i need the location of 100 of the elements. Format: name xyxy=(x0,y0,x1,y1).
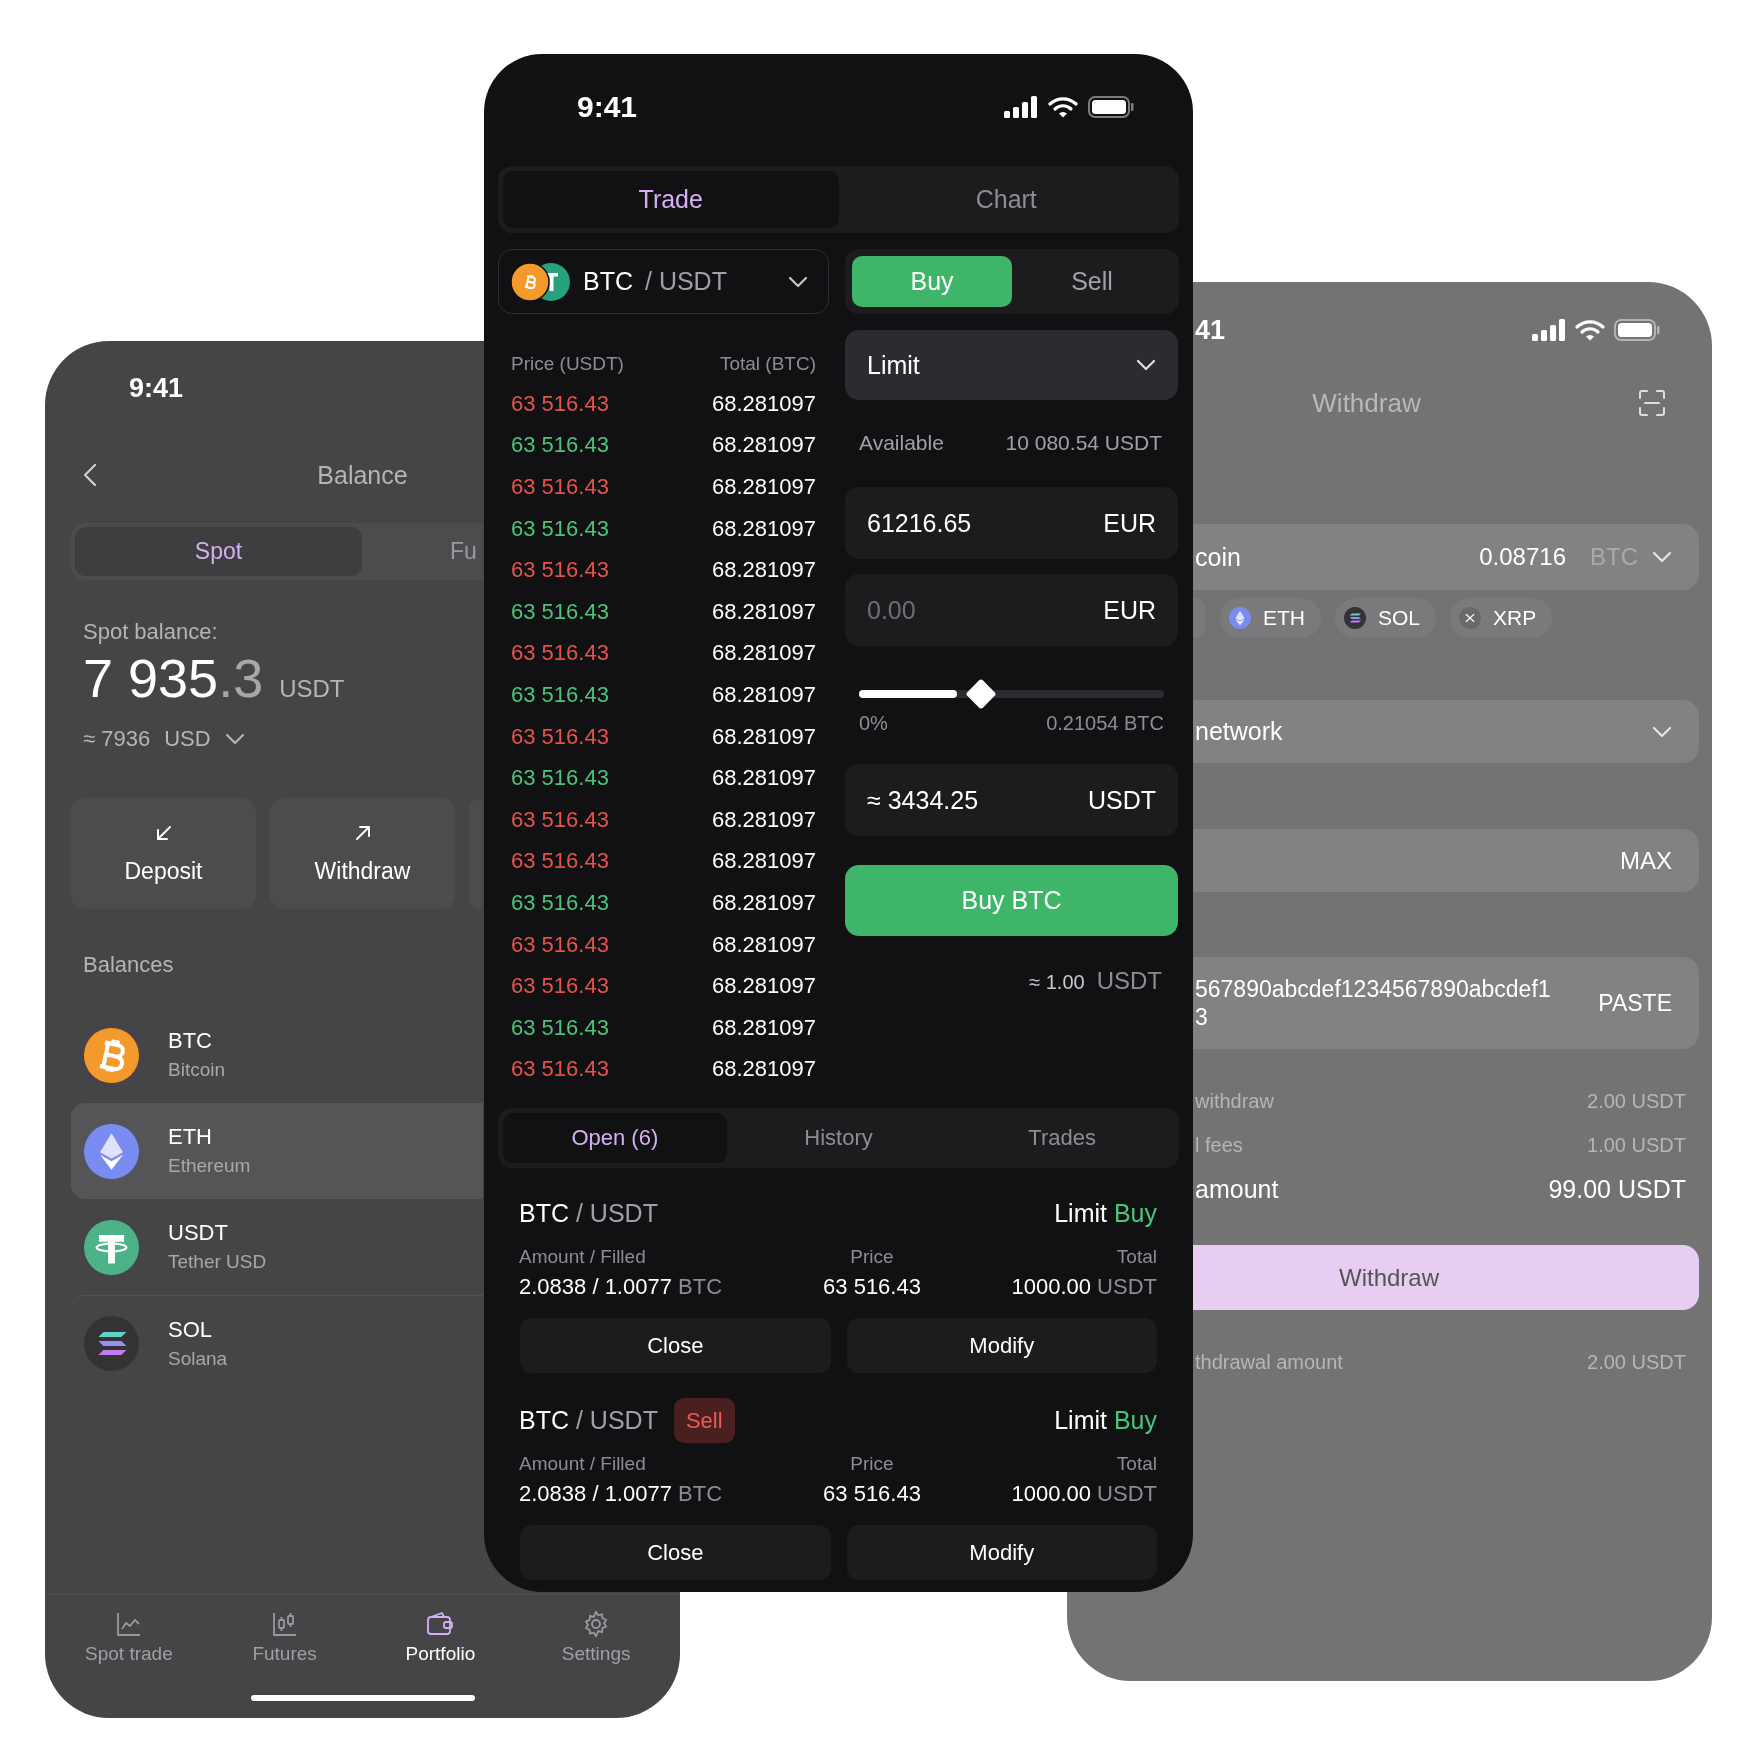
coin-chip[interactable]: ETH xyxy=(1220,598,1321,638)
withdraw-button[interactable]: Withdraw xyxy=(1193,1245,1699,1310)
balance-label: Spot balance: xyxy=(82,620,219,644)
order-amount: 2.0838 / 1.0077 BTC xyxy=(519,1481,724,1508)
slider-track[interactable] xyxy=(859,678,1164,710)
close-button[interactable]: Close xyxy=(520,1318,831,1374)
currency-selector[interactable]: USD xyxy=(164,725,211,753)
order-book-price: 63 516.43 xyxy=(511,1056,609,1083)
side-badge: Sell xyxy=(673,1398,735,1444)
battery-icon xyxy=(1614,319,1660,341)
order-book-total: 68.281097 xyxy=(712,1014,816,1041)
summary-label: withdraw xyxy=(1195,1089,1274,1113)
order-book-total: 68.281097 xyxy=(712,723,816,750)
order-book-price: 63 516.43 xyxy=(511,723,609,750)
order-total: 1000.00 USDT xyxy=(1010,1274,1157,1301)
tab[interactable]: History xyxy=(726,1113,951,1164)
order-type-dropdown[interactable]: Limit xyxy=(845,330,1178,400)
order-type: Limit Buy xyxy=(1054,1199,1157,1229)
network-selector[interactable]: network xyxy=(1193,700,1699,763)
available-value: 10 080.54 USDT xyxy=(1005,431,1162,455)
nav-item[interactable]: Settings xyxy=(561,1609,631,1665)
slider-max-label: 0.21054 BTC xyxy=(1046,711,1164,736)
asset-symbol: USDT xyxy=(168,1220,229,1246)
coin-icon xyxy=(84,1219,139,1275)
side-tab[interactable]: Sell xyxy=(1012,256,1172,307)
nav-item[interactable]: Futures xyxy=(252,1609,317,1665)
order-book-total: 68.281097 xyxy=(712,806,816,833)
modify-button[interactable]: Modify xyxy=(846,1318,1157,1374)
screen-title: Balance xyxy=(317,460,408,490)
action-button[interactable]: Withdraw xyxy=(270,798,455,909)
close-button[interactable]: Close xyxy=(520,1525,831,1581)
price-input[interactable]: 61216.65 xyxy=(867,508,1104,538)
order-amount: 2.0838 / 1.0077 BTC xyxy=(519,1274,724,1301)
order-book-price: 63 516.43 xyxy=(511,973,609,1000)
coin-icon xyxy=(1229,607,1251,629)
order-book-total: 68.281097 xyxy=(712,848,816,875)
summary-value: 1.00 USDT xyxy=(1587,1133,1686,1157)
asset-name: Solana xyxy=(168,1346,228,1371)
order-book-price: 63 516.43 xyxy=(511,598,609,625)
order-price: 63 516.43 xyxy=(822,1274,922,1301)
tab[interactable]: Trades xyxy=(950,1113,1174,1164)
nav-item[interactable]: Spot trade xyxy=(85,1609,173,1665)
order-book-total: 68.281097 xyxy=(712,1056,816,1083)
pair-selector[interactable]: BTC / USDT xyxy=(498,249,829,314)
asset-symbol: SOL xyxy=(168,1316,214,1343)
tab[interactable]: Open (6) xyxy=(503,1113,727,1164)
coin-chip[interactable]: SOL xyxy=(1335,598,1437,638)
column-label: Amount / Filled xyxy=(519,1453,647,1476)
coin-chip[interactable]: XRP xyxy=(1450,598,1553,638)
converted-value: ≈ 7936 xyxy=(83,725,151,753)
battery-icon xyxy=(1088,96,1134,118)
order-book-price: 63 516.43 xyxy=(511,806,609,833)
order-book-total: 68.281097 xyxy=(712,390,816,417)
column-label: Total xyxy=(1115,1453,1157,1476)
asset-name: Ethereum xyxy=(168,1154,251,1178)
asset-row[interactable]: USDT Tether USD xyxy=(71,1199,483,1295)
asset-row[interactable]: SOL Solana xyxy=(71,1295,483,1391)
order-book-total: 68.281097 xyxy=(712,474,816,500)
wifi-icon xyxy=(1048,96,1078,118)
order-book-total: 68.281097 xyxy=(712,598,816,625)
order-book-total: 68.281097 xyxy=(712,432,816,459)
tab[interactable]: Trade xyxy=(503,171,839,228)
status-time: 9:41 xyxy=(577,90,638,124)
column-label: Amount / Filled xyxy=(519,1246,647,1269)
coin-icon xyxy=(84,1123,139,1179)
summary-value: 2.00 USDT xyxy=(1587,1350,1686,1374)
action-button[interactable]: Deposit xyxy=(71,798,256,909)
order-book-price: 63 516.43 xyxy=(511,515,609,542)
nav-item[interactable]: Portfolio xyxy=(405,1609,476,1665)
screen-title: Withdraw xyxy=(1312,387,1421,419)
column-label: Price xyxy=(849,1246,895,1269)
max-button[interactable]: MAX xyxy=(1620,846,1672,875)
tab[interactable]: Chart xyxy=(838,171,1174,228)
asset-row[interactable]: BTC Bitcoin xyxy=(71,1007,483,1103)
order-book-total: 68.281097 xyxy=(712,515,816,542)
paste-button[interactable]: PASTE xyxy=(1598,989,1672,1017)
tab[interactable]: Fu xyxy=(362,527,483,576)
summary-value: 99.00 USDT xyxy=(1548,1174,1686,1204)
order-book-total: 68.281097 xyxy=(712,640,816,667)
address-field[interactable]: 567890abcdef1234567890abcdef1 3 PASTE xyxy=(1193,957,1699,1049)
amount-field[interactable]: MAX xyxy=(1193,829,1699,892)
asset-row[interactable]: ETH Ethereum xyxy=(71,1103,483,1199)
scan-icon xyxy=(1638,389,1666,417)
summary-value: 2.00 USDT xyxy=(1587,1089,1686,1113)
available-label: Available xyxy=(859,431,944,455)
column-header: Total (BTC) xyxy=(719,352,816,375)
asset-symbol: ETH xyxy=(168,1124,213,1150)
tab[interactable]: Spot xyxy=(75,527,362,576)
order-book-total: 68.281097 xyxy=(712,557,816,584)
status-time: 41 xyxy=(1195,314,1226,346)
amount-input[interactable]: 0.00 xyxy=(867,595,1104,625)
order-book-total: 68.281097 xyxy=(712,931,816,958)
price-field[interactable]: 61216.65 EUR xyxy=(845,487,1178,559)
asset-name: Tether USD xyxy=(168,1250,267,1274)
modify-button[interactable]: Modify xyxy=(846,1525,1157,1581)
asset-symbol: BTC xyxy=(168,1028,213,1054)
signal-icon xyxy=(1004,96,1038,118)
coin-icon xyxy=(1459,607,1482,629)
amount-field[interactable]: 0.00 EUR xyxy=(845,574,1178,646)
chevron-down-icon xyxy=(1652,551,1672,563)
